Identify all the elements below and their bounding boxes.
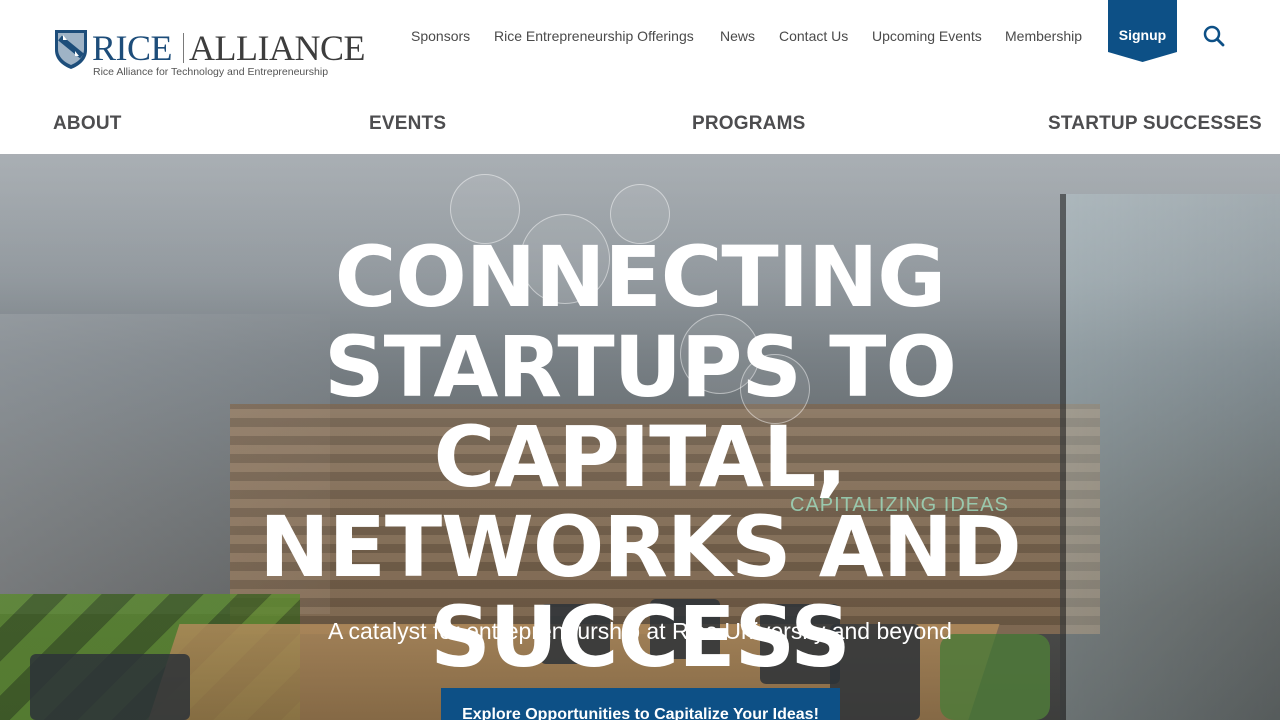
signup-button[interactable]: Signup xyxy=(1108,0,1177,62)
util-link-rice-entrepreneurship-offerings[interactable]: Rice Entrepreneurship Offerings xyxy=(494,27,694,45)
signup-label: Signup xyxy=(1118,27,1167,43)
hero-title-line: CONNECTING xyxy=(334,228,946,326)
util-link-news[interactable]: News xyxy=(720,27,755,45)
explore-opportunities-button[interactable]: Explore Opportunities to Capitalize Your… xyxy=(441,688,840,720)
hero-title-line: STARTUPS TO CAPITAL, xyxy=(324,318,957,506)
main-nav-startup-successes[interactable]: STARTUP SUCCESSES xyxy=(1048,110,1262,138)
main-nav-events[interactable]: EVENTS xyxy=(369,110,446,138)
site-header: RICE ALLIANCE Rice Alliance for Technolo… xyxy=(0,0,1280,154)
main-nav-programs[interactable]: PROGRAMS xyxy=(692,110,806,138)
util-link-contact-us[interactable]: Contact Us xyxy=(779,27,848,45)
hero-subtitle: A catalyst for entrepreneurship at Rice … xyxy=(328,618,952,644)
util-link-upcoming-events[interactable]: Upcoming Events xyxy=(872,27,982,45)
main-nav-about[interactable]: ABOUT xyxy=(53,110,122,138)
hero-title-line: NETWORKS AND xyxy=(259,498,1022,596)
main-nav: ABOUT EVENTS PROGRAMS STARTUP SUCCESSES xyxy=(0,110,1280,140)
util-link-sponsors[interactable]: Sponsors xyxy=(411,27,470,45)
hero-title: CONNECTING STARTUPS TO CAPITAL, NETWORKS… xyxy=(140,232,1140,682)
search-icon[interactable] xyxy=(1203,25,1225,47)
util-link-membership[interactable]: Membership xyxy=(1005,27,1082,45)
utility-nav: Sponsors Rice Entrepreneurship Offerings… xyxy=(0,0,1280,72)
